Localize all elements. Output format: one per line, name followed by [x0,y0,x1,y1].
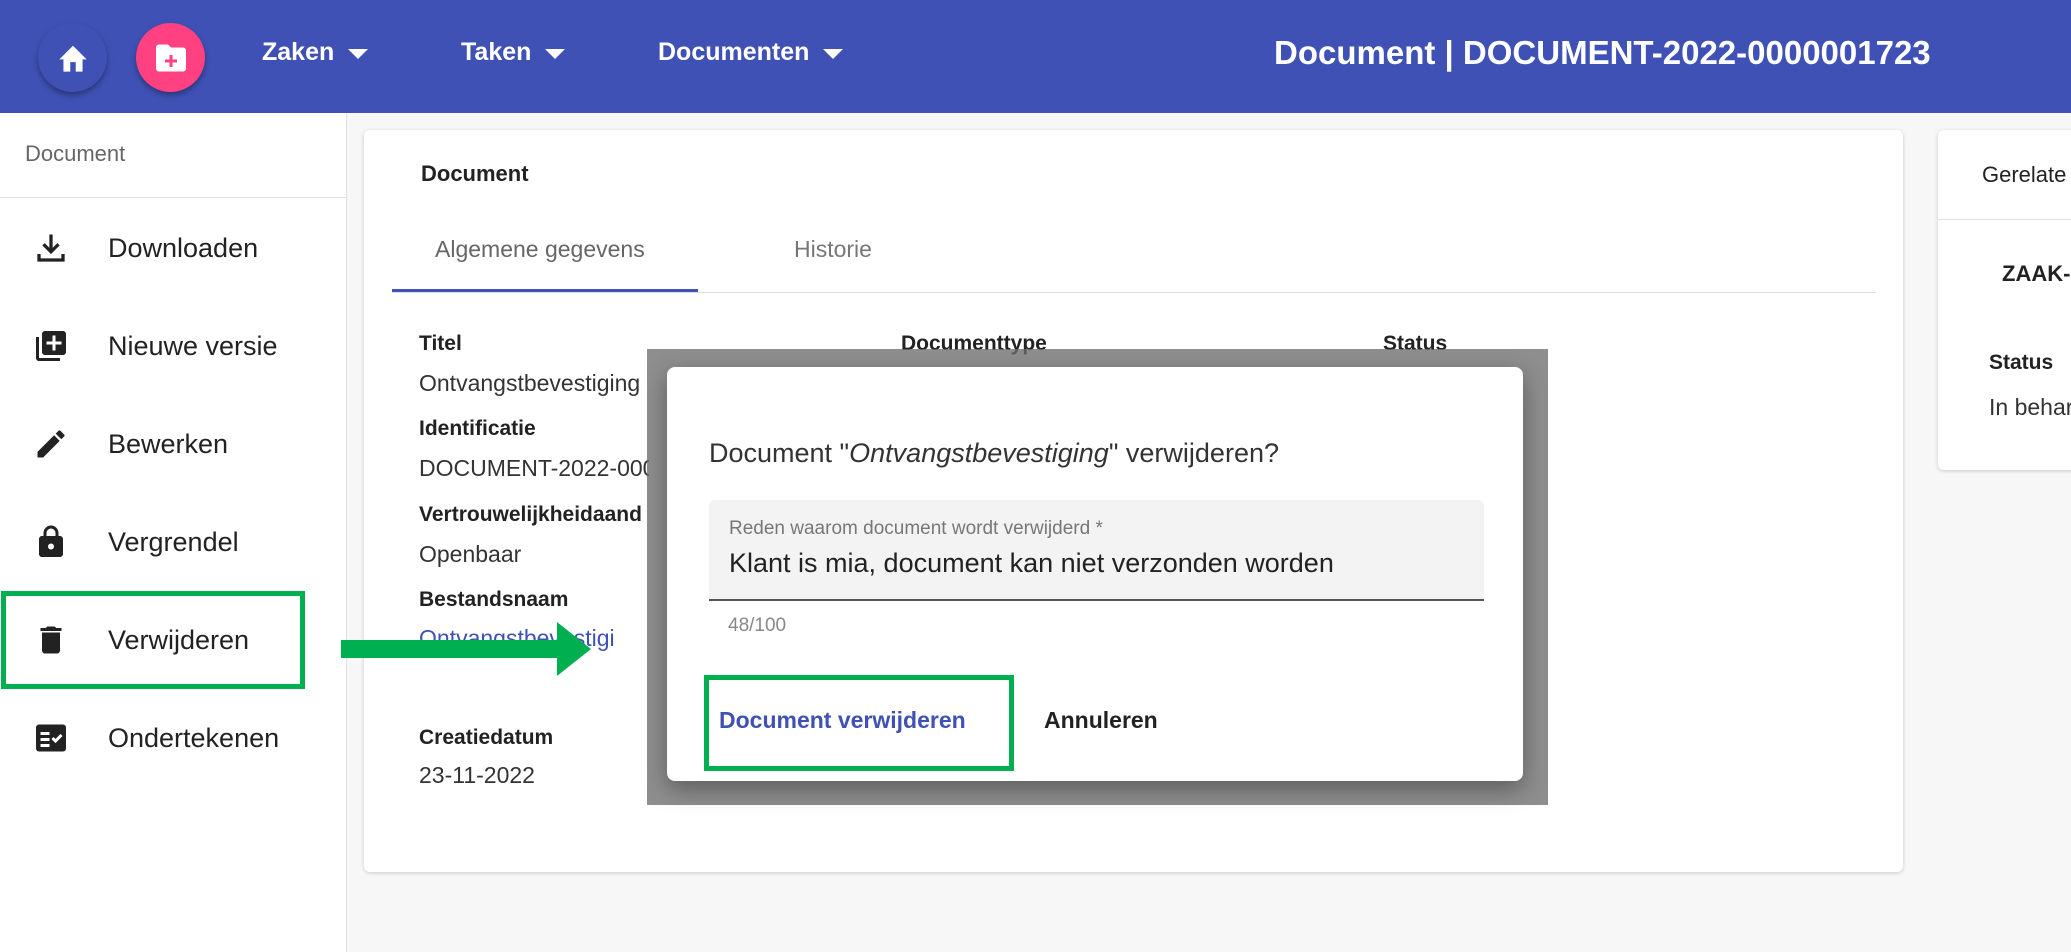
new-version-icon [33,328,69,364]
vertrouwelijkheid-label: Vertrouwelijkheidaand [419,503,642,526]
character-counter: 48/100 [728,615,787,636]
sidebar-item-label: Vergrendel [108,526,239,557]
folder-plus-icon [155,44,186,71]
chevron-down-icon [545,49,566,59]
identificatie-label: Identificatie [419,417,536,440]
sidebar-highlight-box [1,591,305,689]
nav-zaken[interactable]: Zaken [262,38,369,67]
arrow-right-icon [341,622,591,676]
sidebar-item-label: Downloaden [108,232,259,263]
related-card: Gerelate ZAAK- Status In behar [1938,130,2071,470]
titel-value: Ontvangstbevestiging [419,370,641,396]
tab-algemene-gegevens[interactable]: Algemene gegevens [435,236,645,263]
home-icon [58,45,87,72]
vertrouwelijkheid-value: Openbaar [419,541,522,567]
related-status-label: Status [1989,351,2054,374]
identificatie-value: DOCUMENT-2022-000 [419,455,649,481]
dialog-title-document: Ontvangstbevestiging [849,438,1109,468]
sidebar-item-bewerken[interactable]: Bewerken [0,404,347,484]
sidebar-header: Document [0,113,346,198]
page-title: Document | DOCUMENT-2022-0000001723 [1274,34,1931,71]
dialog-title-prefix: Document " [709,438,850,468]
related-status-value: In behar [1989,394,2071,420]
creatiedatum-value: 23-11-2022 [419,762,535,788]
dialog-title-suffix: " verwijderen? [1108,438,1279,468]
creatiedatum-label: Creatiedatum [419,726,554,749]
pencil-icon [33,426,69,462]
nav-zaken-label: Zaken [262,38,335,66]
dialog-title: Document "Ontvangstbevestiging" verwijde… [709,438,1279,469]
tab-historie[interactable]: Historie [794,236,872,263]
related-divider [1938,219,2071,220]
nav-documenten-label: Documenten [658,38,810,66]
bestandsnaam-label: Bestandsnaam [419,588,569,611]
related-zaak-link[interactable]: ZAAK- [2002,261,2070,287]
nav-documenten[interactable]: Documenten [658,38,844,67]
active-tab-indicator [392,289,698,292]
sidebar-item-nieuwe-versie[interactable]: Nieuwe versie [0,306,347,386]
reason-input[interactable]: Reden waarom document wordt verwijderd *… [709,500,1484,601]
confirm-highlight-box [704,675,1014,771]
chevron-down-icon [348,49,369,59]
download-icon [33,230,69,266]
sidebar-item-ondertekenen[interactable]: Ondertekenen [0,698,347,778]
related-header: Gerelate [1982,162,2067,187]
sidebar-item-label: Bewerken [108,428,229,459]
cancel-button[interactable]: Annuleren [1044,707,1158,734]
sidebar-item-label: Nieuwe versie [108,330,278,361]
titel-label: Titel [419,332,462,355]
new-case-button[interactable] [136,23,205,92]
sidebar-item-downloaden[interactable]: Downloaden [0,208,347,288]
chevron-down-icon [823,49,844,59]
tabs-divider [392,292,1876,293]
nav-taken-label: Taken [461,38,532,66]
sign-icon [33,720,69,756]
sidebar-item-label: Ondertekenen [108,722,280,753]
top-bar: Zaken Taken Documenten Document | DOCUME… [0,0,2071,113]
home-button[interactable] [38,23,107,92]
sidebar-item-vergrendel[interactable]: Vergrendel [0,502,347,582]
card-title: Document [421,161,529,186]
reason-input-value[interactable]: Klant is mia, document kan niet verzonde… [729,548,1334,579]
reason-input-label: Reden waarom document wordt verwijderd * [729,518,1103,539]
nav-taken[interactable]: Taken [461,38,566,67]
lock-icon [33,524,69,560]
